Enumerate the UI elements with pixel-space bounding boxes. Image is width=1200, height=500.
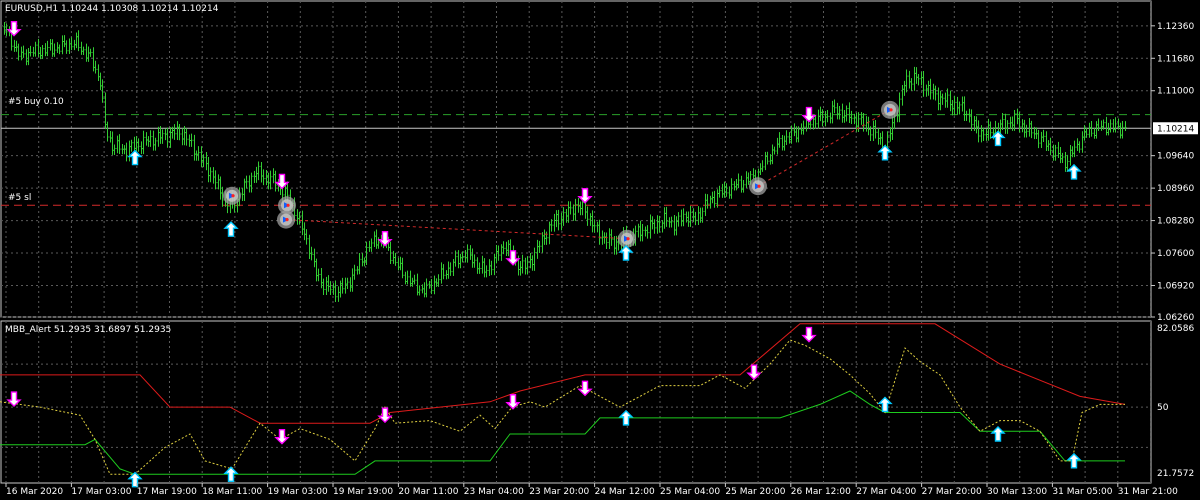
time-tick-label: 16 Mar 2020 — [6, 487, 63, 497]
indicator-tick-label: 50 — [1157, 403, 1169, 413]
price-tick-label: 1.07600 — [1157, 249, 1194, 259]
time-tick-label: 23 Mar 20:00 — [529, 487, 589, 497]
time-tick-label: 17 Mar 03:00 — [71, 487, 131, 497]
time-tick-label: 18 Mar 11:00 — [202, 487, 262, 497]
trade-marker[interactable] — [223, 186, 241, 205]
buy-level-label: #5 buy 0.10 — [8, 97, 64, 107]
time-tick-label: 19 Mar 03:00 — [268, 487, 328, 497]
price-tick-label: 1.09640 — [1157, 152, 1194, 162]
time-tick-label: 23 Mar 04:00 — [464, 487, 524, 497]
current-price-marker: 1.10214 — [1153, 122, 1198, 135]
time-tick-label: 26 Mar 12:00 — [791, 487, 851, 497]
price-tick-label: 1.06920 — [1157, 281, 1194, 291]
price-tick-label: 1.11680 — [1157, 54, 1194, 64]
indicator-tick-label: 82.0586 — [1157, 324, 1194, 334]
trade-marker[interactable] — [277, 210, 295, 229]
time-tick-label: 25 Mar 04:00 — [660, 487, 720, 497]
time-tick-label: 25 Mar 20:00 — [725, 487, 785, 497]
trade-marker[interactable] — [618, 229, 636, 248]
time-tick-label: 20 Mar 11:00 — [398, 487, 458, 497]
time-tick-label: 24 Mar 12:00 — [595, 487, 655, 497]
trade-marker[interactable] — [749, 177, 767, 196]
price-tick-label: 1.06260 — [1157, 313, 1194, 323]
time-tick-label: 27 Mar 20:00 — [922, 487, 982, 497]
price-tick-label: 1.11000 — [1157, 87, 1194, 97]
time-tick-label: 30 Mar 13:00 — [987, 487, 1047, 497]
price-tick-label: 1.08960 — [1157, 184, 1194, 194]
time-tick-label: 31 Mar 05:00 — [1052, 487, 1112, 497]
trade-marker[interactable] — [881, 100, 899, 119]
time-tick-label: 31 Mar 21:00 — [1118, 487, 1178, 497]
time-tick-label: 27 Mar 04:00 — [856, 487, 916, 497]
price-tick-label: 1.08280 — [1157, 217, 1194, 227]
current-price-label: 1.10214 — [1157, 124, 1194, 134]
chart-canvas[interactable]: 1.06260 1.06920 1.07600 1.08280 1.08960 1.096… — [0, 0, 1200, 500]
sl-level-label: #5 sl — [8, 193, 31, 203]
price-tick-label: 1.12360 — [1157, 22, 1194, 32]
time-tick-label: 17 Mar 19:00 — [137, 487, 197, 497]
main-chart-title: EURUSD,H1 1.10244 1.10308 1.10214 1.1021… — [5, 4, 219, 14]
time-tick-label: 19 Mar 19:00 — [333, 487, 393, 497]
indicator-tick-label: 21.7572 — [1157, 469, 1194, 479]
indicator-title: MBB_Alert 51.2935 31.6897 51.2935 — [5, 325, 171, 335]
